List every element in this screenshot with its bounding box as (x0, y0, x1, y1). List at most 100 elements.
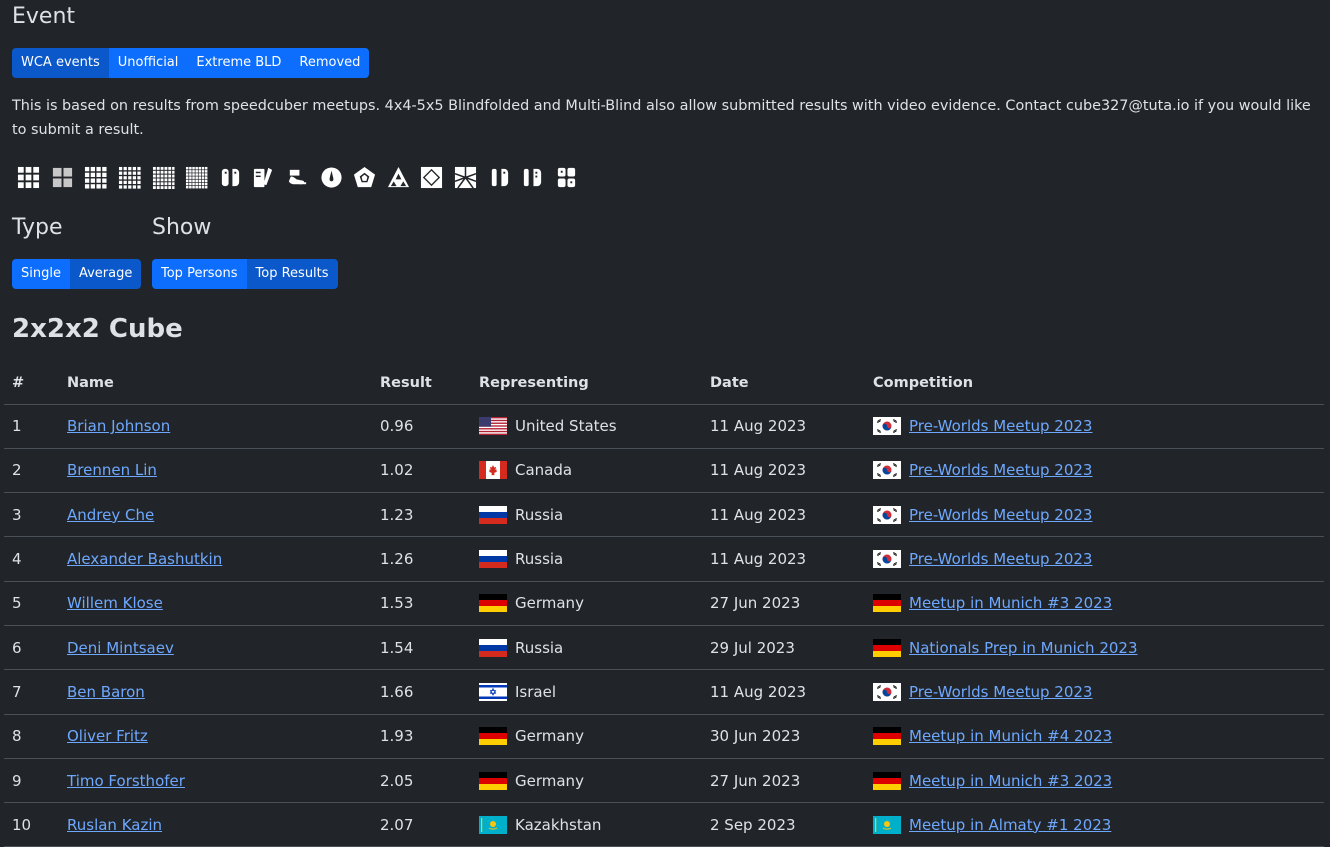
col-rank-header: # (4, 362, 59, 405)
country-name: Germany (515, 771, 584, 790)
result-cell: 1.54 (372, 625, 471, 671)
pyraminx-icon[interactable] (387, 166, 411, 189)
5x5-icon[interactable] (118, 166, 142, 189)
country-name: Russia (515, 505, 564, 524)
show-heading: Show (152, 215, 212, 240)
country-flag-icon (479, 682, 507, 701)
rank-cell: 6 (4, 625, 59, 671)
competition-link[interactable]: Pre-Worlds Meetup 2023 (909, 461, 1092, 479)
name-cell: Deni Mintsaev (59, 625, 372, 671)
tab-unofficial[interactable]: Unofficial (108, 48, 188, 78)
rank-cell: 5 (4, 581, 59, 626)
country-flag-icon (479, 594, 507, 613)
3x3-icon[interactable] (17, 166, 41, 189)
table-header-row: # Name Result Representing Date Competit… (4, 362, 1324, 405)
skewb-icon[interactable] (420, 166, 444, 189)
col-competition-header: Competition (865, 362, 1324, 405)
type-heading: Type (12, 215, 63, 240)
representing-cell: United States (471, 404, 702, 449)
person-link[interactable]: Brennen Lin (67, 461, 157, 479)
representing-cell: Germany (471, 581, 702, 626)
date-cell: 2 Sep 2023 (702, 802, 865, 847)
person-link[interactable]: Brian Johnson (67, 417, 170, 435)
person-link[interactable]: Ben Baron (67, 683, 145, 701)
representing-cell: Russia (471, 492, 702, 538)
competition-flag-icon (873, 815, 901, 834)
date-cell: 11 Aug 2023 (702, 669, 865, 715)
tab-single[interactable]: Single (12, 259, 70, 289)
country-flag-icon (479, 771, 507, 790)
country-flag-icon (479, 815, 507, 834)
date-cell: 30 Jun 2023 (702, 714, 865, 759)
tab-wca-events[interactable]: WCA events (12, 48, 109, 78)
competition-link[interactable]: Meetup in Munich #3 2023 (909, 772, 1112, 790)
country-name: Kazakhstan (515, 815, 602, 834)
name-cell: Brian Johnson (59, 404, 372, 449)
tab-top-results[interactable]: Top Results (246, 259, 338, 289)
table-row: 5 Willem Klose 1.53 Germany 27 Jun 2023 Meetu… (4, 581, 1324, 626)
person-link[interactable]: Willem Klose (67, 594, 163, 612)
rank-cell: 2 (4, 448, 59, 494)
name-cell: Willem Klose (59, 581, 372, 626)
7x7-icon[interactable] (185, 166, 209, 189)
oh-icon[interactable] (286, 166, 310, 189)
person-link[interactable]: Deni Mintsaev (67, 639, 174, 657)
table-row: 7 Ben Baron 1.66 Israel 11 Aug 2023 Pre-World… (4, 669, 1324, 715)
country-name: United States (515, 417, 617, 436)
competition-cell: Meetup in Munich #3 2023 (865, 581, 1324, 626)
person-link[interactable]: Ruslan Kazin (67, 816, 162, 834)
competition-link[interactable]: Pre-Worlds Meetup 2023 (909, 506, 1092, 524)
competition-link[interactable]: Nationals Prep in Munich 2023 (909, 639, 1138, 657)
competition-flag-icon (873, 727, 901, 746)
tab-top-persons[interactable]: Top Persons (152, 259, 247, 289)
representing-cell: Russia (471, 625, 702, 671)
result-cell: 1.53 (372, 581, 471, 626)
4x4-icon[interactable] (84, 166, 108, 189)
result-cell: 2.07 (372, 802, 471, 847)
tab-extreme-bld[interactable]: Extreme BLD (187, 48, 291, 78)
tab-removed[interactable]: Removed (290, 48, 370, 78)
representing-cell: Russia (471, 536, 702, 582)
competition-cell: Nationals Prep in Munich 2023 (865, 625, 1324, 671)
results-table: # Name Result Representing Date Competit… (4, 362, 1324, 847)
clock-icon[interactable] (319, 166, 343, 189)
6x6-icon[interactable] (151, 166, 175, 189)
show-tab-group: Top Persons Top Results (152, 259, 338, 289)
date-cell: 29 Jul 2023 (702, 625, 865, 671)
result-cell: 0.96 (372, 404, 471, 449)
fmc-icon[interactable] (252, 166, 276, 189)
megaminx-icon[interactable] (353, 166, 377, 189)
name-cell: Andrey Che (59, 492, 372, 538)
col-representing-header: Representing (471, 362, 702, 405)
competition-flag-icon (873, 771, 901, 790)
5bld-icon[interactable] (521, 166, 545, 189)
table-row: 1 Brian Johnson 0.96 United States 11 Aug 20… (4, 404, 1324, 449)
representing-cell: Kazakhstan (471, 802, 702, 847)
person-link[interactable]: Timo Forsthofer (67, 772, 185, 790)
name-cell: Oliver Fritz (59, 714, 372, 759)
competition-link[interactable]: Meetup in Munich #4 2023 (909, 727, 1112, 745)
square1-icon[interactable] (454, 166, 478, 189)
event-heading: Event (12, 4, 76, 29)
2x2-icon[interactable] (51, 166, 75, 189)
competition-cell: Pre-Worlds Meetup 2023 (865, 536, 1324, 582)
date-cell: 27 Jun 2023 (702, 758, 865, 804)
mbld-icon[interactable] (555, 166, 579, 189)
tab-average[interactable]: Average (69, 259, 142, 289)
competition-link[interactable]: Meetup in Almaty #1 2023 (909, 816, 1111, 834)
competition-link[interactable]: Pre-Worlds Meetup 2023 (909, 550, 1092, 568)
competition-flag-icon (873, 505, 901, 524)
person-link[interactable]: Alexander Bashutkin (67, 550, 222, 568)
type-tab-group: Single Average (12, 259, 142, 289)
4bld-icon[interactable] (487, 166, 511, 189)
country-name: Canada (515, 461, 573, 480)
person-link[interactable]: Andrey Che (67, 506, 154, 524)
competition-link[interactable]: Pre-Worlds Meetup 2023 (909, 417, 1092, 435)
competition-link[interactable]: Meetup in Munich #3 2023 (909, 594, 1112, 612)
competition-link[interactable]: Pre-Worlds Meetup 2023 (909, 683, 1092, 701)
country-flag-icon (479, 417, 507, 436)
event-icon-bar (17, 166, 578, 189)
3bld-icon[interactable] (219, 166, 243, 189)
country-name: Russia (515, 638, 564, 657)
person-link[interactable]: Oliver Fritz (67, 727, 148, 745)
